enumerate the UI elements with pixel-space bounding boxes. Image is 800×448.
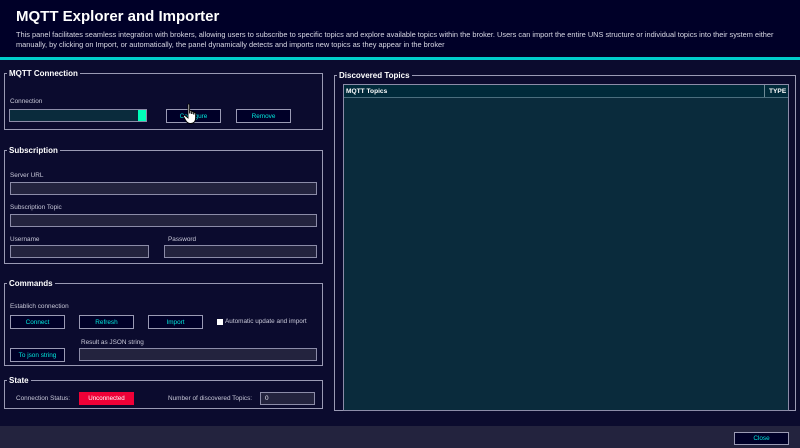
column-header-mqtt-topics[interactable]: MQTT Topics [346,88,387,95]
auto-update-label: Automatic update and import [225,318,307,325]
column-header-type[interactable]: TYPE [769,88,786,95]
commands-group: Commands Establich connection Connect Re… [4,279,323,366]
auto-update-checkbox[interactable] [217,319,223,325]
topics-table-header: MQTT Topics TYPE [344,85,788,98]
commands-legend: Commands [9,279,53,288]
username-label: Username [10,236,40,243]
password-input[interactable] [164,245,317,258]
remove-button[interactable]: Remove [236,109,291,123]
discovered-topics-legend: Discovered Topics [339,71,410,80]
mqtt-connection-legend: MQTT Connection [9,69,78,78]
subscription-topic-input[interactable] [10,214,317,227]
establish-connection-label: Establich connection [10,303,69,310]
subscription-group: Subscription Server URL Subscription Top… [4,146,323,264]
connection-label: Connection [10,98,43,105]
json-result-label: Result as JSON string [81,339,144,346]
mqtt-connection-group: MQTT Connection Connection Configure Rem… [4,69,323,130]
state-group: State Connection Status: Unconnected Num… [4,376,323,409]
json-result-input[interactable] [79,348,317,361]
to-json-button[interactable]: To json string [10,348,65,362]
topics-table[interactable]: MQTT Topics TYPE [343,84,789,411]
server-url-label: Server URL [10,172,44,179]
password-label: Password [168,236,197,243]
connection-status-badge: Unconnected [79,392,134,405]
connection-indicator [138,110,146,121]
import-button[interactable]: Import [148,315,203,329]
discovered-count-value: 0 [260,392,315,405]
column-separator [764,85,765,97]
footer-bar: Close [0,426,800,448]
discovered-count-label: Number of discovered Topics: [168,395,253,402]
connection-select[interactable] [9,109,147,122]
header: MQTT Explorer and Importer This panel fa… [0,0,800,58]
hand-pointer-icon [182,103,197,124]
close-button[interactable]: Close [734,432,789,445]
username-input[interactable] [10,245,149,258]
connect-button[interactable]: Connect [10,315,65,329]
subscription-legend: Subscription [9,146,58,155]
subscription-topic-label: Subscription Topic [10,204,62,211]
connection-status-label: Connection Status: [16,395,70,402]
server-url-input[interactable] [10,182,317,195]
state-legend: State [9,376,29,385]
refresh-button[interactable]: Refresh [79,315,134,329]
page-title: MQTT Explorer and Importer [16,8,220,25]
page-description: This panel facilitates seamless integrat… [16,30,774,49]
